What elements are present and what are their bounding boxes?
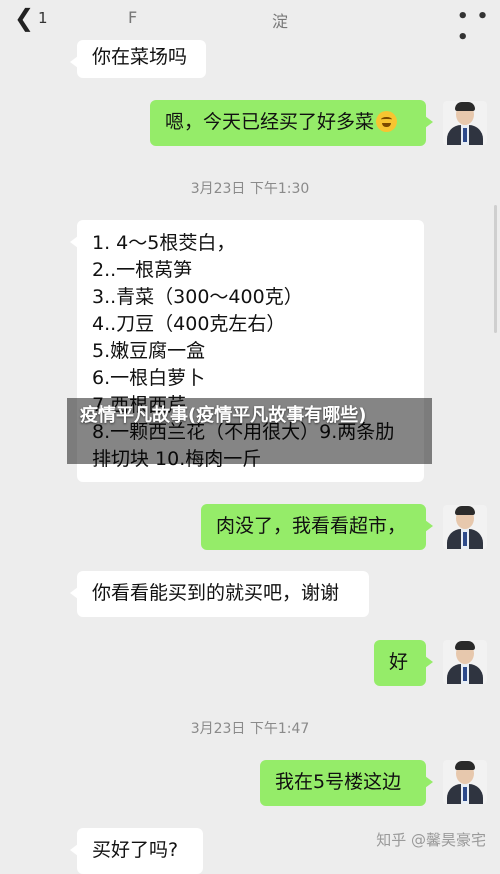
watermark-text: 知乎 @馨昊豪宅: [376, 831, 486, 849]
timestamp: 3月23日 下午1:30: [190, 181, 310, 197]
message-bubble-right[interactable]: 嗯，今天已经买了好多菜: [150, 100, 433, 146]
message-bubble-left[interactable]: 你看看能买到的就买吧，谢谢: [70, 571, 369, 617]
timestamp: 3月23日 下午1:47: [190, 721, 310, 737]
message-text: 我在5号楼这边: [275, 771, 402, 793]
list-item: 4..刀豆（400克左右）: [92, 313, 286, 335]
chat-header: ❮ 1 F 淀 • • •: [0, 0, 500, 48]
message-text: 你看看能买到的就买吧，谢谢: [92, 582, 340, 604]
message-text: 买好了吗?: [92, 839, 179, 861]
laughing-tears-emoji-icon: [376, 111, 398, 132]
avatar[interactable]: [443, 505, 487, 549]
message-bubble-right[interactable]: 肉没了，我看看超市，: [201, 504, 433, 550]
scrollbar[interactable]: [494, 205, 497, 333]
list-item: 2..一根莴笋: [92, 259, 193, 281]
avatar[interactable]: [443, 760, 487, 804]
message-text: 肉没了，我看看超市，: [216, 515, 407, 537]
list-item: 6.一根白萝卜: [92, 367, 206, 389]
more-dots-icon[interactable]: • • •: [457, 6, 500, 48]
list-item: 3..青菜（300～400克）: [92, 286, 303, 308]
avatar[interactable]: [443, 640, 487, 684]
chevron-left-icon[interactable]: ❮: [14, 4, 34, 32]
message-bubble-right[interactable]: 好: [374, 640, 433, 686]
message-text: 你在菜场吗: [92, 46, 188, 68]
list-item: 5.嫩豆腐一盒: [92, 340, 206, 362]
message-bubble-left[interactable]: 你在菜场吗: [70, 40, 206, 78]
message-bubble-left[interactable]: 买好了吗?: [70, 828, 203, 874]
message-text: 好: [389, 651, 409, 673]
unread-badge: 1: [38, 9, 48, 27]
chat-title-fragment-right: 淀: [272, 12, 289, 31]
caption-overlay-text: 疫情平凡故事(疫情平凡故事有哪些): [80, 405, 367, 426]
chat-title-fragment-left: F: [128, 8, 138, 27]
avatar[interactable]: [443, 101, 487, 145]
list-item: 1. 4～5根茭白，: [92, 232, 236, 254]
message-bubble-right[interactable]: 我在5号楼这边: [260, 760, 433, 806]
message-text: 嗯，今天已经买了好多菜: [165, 111, 375, 133]
